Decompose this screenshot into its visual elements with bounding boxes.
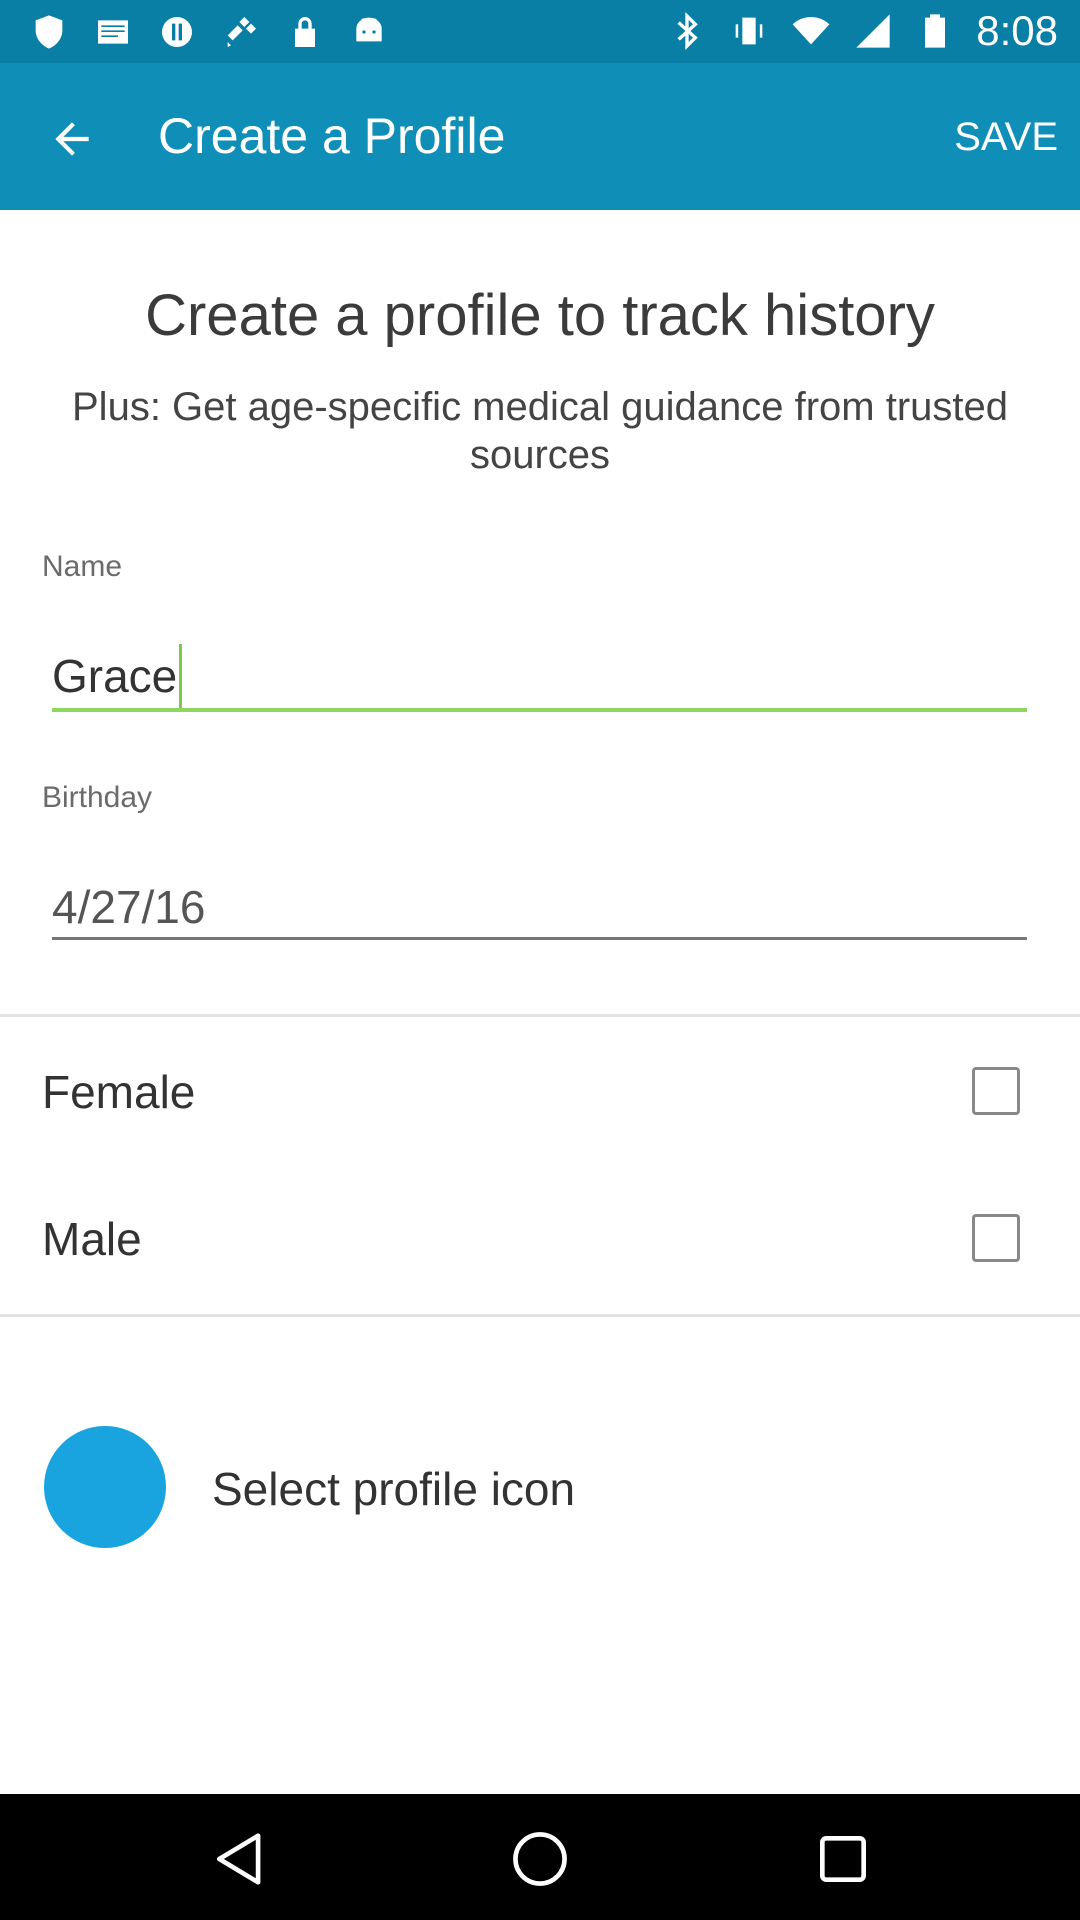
clock: 8:08 — [976, 7, 1058, 54]
navigation-bar — [0, 1794, 1080, 1920]
select-profile-icon-row[interactable]: Select profile icon — [0, 1420, 1080, 1555]
recents-square-icon — [820, 1836, 866, 1882]
female-checkbox[interactable] — [972, 1067, 1020, 1115]
status-bar: 8:08 — [0, 0, 1080, 63]
select-profile-icon-label: Select profile icon — [212, 1463, 576, 1515]
male-label: Male — [42, 1213, 142, 1265]
nav-home-button[interactable] — [505, 1824, 575, 1894]
gender-option-male[interactable]: Male — [0, 1180, 1080, 1300]
status-left-icons — [28, 10, 390, 54]
signal-icon — [852, 10, 894, 52]
name-text: Grace — [52, 650, 178, 703]
shield-icon — [28, 11, 70, 53]
name-label: Name — [42, 550, 123, 583]
female-label: Female — [42, 1066, 196, 1118]
gender-option-female[interactable]: Female — [0, 1033, 1080, 1153]
satellite-icon — [220, 11, 262, 53]
arrow-back-icon — [55, 122, 89, 156]
divider — [0, 1314, 1080, 1317]
vibrate-icon — [728, 10, 770, 52]
back-triangle-icon — [217, 1833, 261, 1885]
profile-heading: Create a profile to track history — [145, 283, 935, 348]
android-icon — [348, 11, 390, 53]
male-checkbox[interactable] — [972, 1214, 1020, 1262]
birthday-value: 4/27/16 — [52, 881, 206, 933]
battery-icon — [914, 10, 956, 52]
lock-icon — [284, 11, 326, 53]
app-bar: Create a Profile SAVE — [0, 63, 1080, 210]
profile-icon-circle[interactable] — [44, 1426, 166, 1548]
birthday-label: Birthday — [42, 781, 153, 814]
data-saver-icon — [156, 11, 198, 53]
divider — [0, 1014, 1080, 1017]
mail-icon — [92, 11, 134, 53]
text-cursor — [179, 644, 183, 708]
bluetooth-icon — [666, 10, 708, 52]
nav-back-button[interactable] — [205, 1824, 275, 1894]
back-button[interactable] — [32, 103, 112, 175]
birthday-field[interactable]: 4/27/16 — [52, 868, 1027, 940]
home-circle-icon — [513, 1832, 567, 1886]
name-field[interactable]: Grace — [52, 630, 1027, 712]
nav-recents-button[interactable] — [808, 1824, 878, 1894]
wifi-icon — [790, 10, 832, 52]
page-title: Create a Profile — [158, 108, 506, 164]
name-value: Grace — [52, 644, 183, 712]
profile-subheading: Plus: Get age-specific medical guidance … — [72, 385, 1008, 477]
status-right-icons: 8:08 — [666, 6, 1058, 56]
save-button[interactable]: SAVE — [954, 111, 1058, 164]
